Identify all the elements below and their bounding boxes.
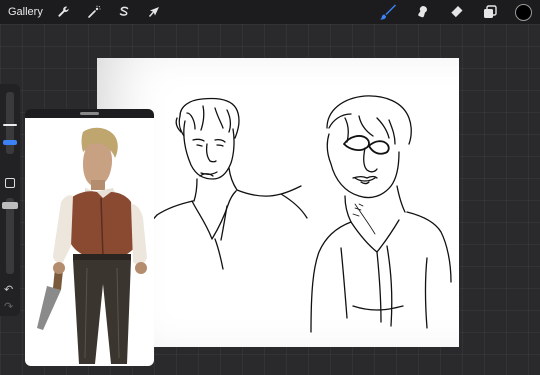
color-picker-swatch[interactable] [515,3,532,21]
arrow-cursor-icon[interactable] [145,3,163,21]
reference-drag-handle[interactable] [80,112,99,115]
square-icon[interactable] [5,178,15,188]
brush-icon[interactable] [379,3,397,21]
opacity-handle[interactable] [2,202,18,209]
smudge-icon[interactable] [413,3,431,21]
reference-image [25,118,154,366]
right-tool-group [379,3,532,21]
magic-wand-icon[interactable] [85,3,103,21]
opacity-slider[interactable] [6,198,14,274]
selection-icon[interactable] [115,3,133,21]
reference-window[interactable] [25,109,154,366]
undo-arrow-icon[interactable]: ↶ [4,283,13,296]
layers-icon[interactable] [481,3,499,21]
brush-size-handle[interactable] [3,140,17,145]
top-toolbar: Gallery [0,0,540,24]
brush-size-tick [3,124,17,126]
side-toolbar: ↶ ↷ [0,84,20,316]
redo-arrow-icon[interactable]: ↷ [4,300,13,313]
eraser-icon[interactable] [447,3,465,21]
wrench-icon[interactable] [55,3,73,21]
gallery-button[interactable]: Gallery [8,6,43,18]
